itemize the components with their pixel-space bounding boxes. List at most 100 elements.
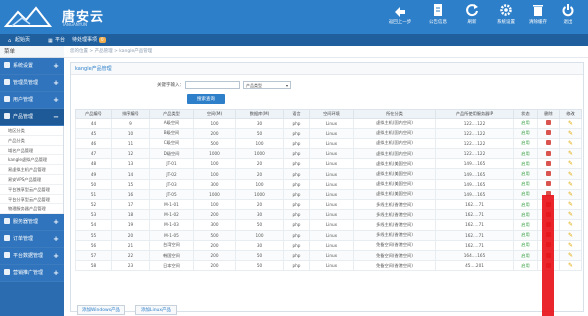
edit-icon[interactable]: ✎ xyxy=(568,120,573,126)
sidebar-group-users[interactable]: 用户管理 + xyxy=(0,92,64,109)
delete-icon[interactable] xyxy=(546,130,551,136)
back-button[interactable]: 返回上一步 xyxy=(380,2,420,32)
edit-icon[interactable]: ✎ xyxy=(568,263,573,269)
gear-icon xyxy=(500,4,512,16)
table-cell: Linux xyxy=(309,229,354,241)
server-icon xyxy=(4,218,10,225)
sidebar-group-servers[interactable]: 服务器管理 + xyxy=(0,214,64,232)
table-cell: 100 xyxy=(193,168,236,180)
edit-icon[interactable]: ✎ xyxy=(568,202,573,208)
search-button[interactable]: 搜索查询 xyxy=(187,94,225,104)
table-cell: JT-03 xyxy=(149,178,194,190)
status-cell: 启用 xyxy=(513,209,538,221)
status-cell: 启用 xyxy=(513,127,538,139)
sidebar-item-region[interactable]: 地区分类 xyxy=(0,126,63,136)
sidebar-item-dedicated-cloud[interactable]: 平台独享型云产品管理 xyxy=(0,185,63,195)
edit-cell: ✎ xyxy=(559,188,582,201)
delete-icon[interactable] xyxy=(546,150,551,156)
table-cell: 200 xyxy=(193,239,236,251)
edit-icon[interactable]: ✎ xyxy=(568,242,573,248)
delete-icon[interactable] xyxy=(546,120,551,126)
nav-pending[interactable]: 待处理事项 0 xyxy=(72,36,106,44)
delete-icon[interactable] xyxy=(546,181,551,187)
table-cell: 23 xyxy=(111,260,150,272)
delete-icon[interactable] xyxy=(546,171,551,177)
table-body: 44 9 A级空间 100 30 php Linux 虚拟主机(国内空间) 122.…122 启用… xyxy=(75,117,582,272)
sidebar-submenu: 地区分类 产品分类 域名产品管理 kangle虚拟产品管理 易虚拟主机产品管理 … xyxy=(0,126,64,215)
product-type-select[interactable]: 产品类型 xyxy=(243,81,291,89)
table-cell: Linux xyxy=(309,188,354,201)
table-cell: 13 xyxy=(111,158,150,170)
sidebar-item-category[interactable]: 产品分类 xyxy=(0,136,63,146)
table-cell: M-1-02 xyxy=(149,209,194,221)
settings-icon xyxy=(4,62,10,68)
edit-cell: ✎ xyxy=(559,229,582,241)
table-cell: 20 xyxy=(235,198,284,211)
nav-platform[interactable]: ▦ 平台 xyxy=(48,36,65,44)
table-cell: php xyxy=(283,239,310,251)
table-row: 50 15 JT-03 300 100 php Linux 虚拟主机(美国空间) 149.…16… xyxy=(75,178,582,190)
edit-icon[interactable]: ✎ xyxy=(568,191,573,197)
sidebar-item-easy-host[interactable]: 易虚拟主机产品管理 xyxy=(0,165,63,175)
table-row: 54 19 M-1-03 300 50 php Linux 多线主机(香港空间) 162.…71… xyxy=(75,219,582,231)
status-cell: 启用 xyxy=(513,260,538,272)
sidebar-group-system[interactable]: 系统设置 + xyxy=(0,58,64,75)
filter-label: 关键字输入： xyxy=(157,83,184,88)
sidebar-group-products[interactable]: 产品管理 − xyxy=(0,109,64,126)
add-linux-button[interactable]: 添加Linux产品 xyxy=(135,305,177,315)
table-cell: 162.…71 xyxy=(435,239,514,251)
table-cell: 51 xyxy=(75,188,112,201)
sidebar-item-vps[interactable]: 易安VPS产品管理 xyxy=(0,175,63,185)
sidebar-group-data[interactable]: 平台数据管理 + xyxy=(0,248,64,266)
table-cell: 20 xyxy=(235,158,284,170)
edit-cell: ✎ xyxy=(559,219,582,231)
table-cell: 164.…165 xyxy=(435,249,514,262)
delete-cell xyxy=(537,148,560,160)
nav-home[interactable]: ⌂ 起始页 xyxy=(8,36,30,44)
sidebar-item-physical[interactable]: 物理服务器产品管理 xyxy=(0,204,63,215)
edit-icon[interactable]: ✎ xyxy=(568,161,573,167)
table-cell: Linux xyxy=(309,168,354,180)
table-cell: 50 xyxy=(235,249,284,262)
table-cell: 57 xyxy=(75,249,112,262)
delete-icon[interactable] xyxy=(546,140,551,146)
keyword-input[interactable] xyxy=(185,81,240,89)
table-cell: 韩国空间 xyxy=(149,249,194,262)
edit-icon[interactable]: ✎ xyxy=(568,151,573,157)
table-cell: 18 xyxy=(111,209,150,221)
nav-home-label: 起始页 xyxy=(15,37,31,43)
table-cell: 15 xyxy=(111,178,150,190)
edit-cell: ✎ xyxy=(559,260,582,272)
table-cell: 122.…122 xyxy=(435,148,514,160)
edit-icon[interactable]: ✎ xyxy=(568,171,573,177)
edit-icon[interactable]: ✎ xyxy=(568,253,573,259)
edit-icon[interactable]: ✎ xyxy=(568,140,573,146)
edit-icon[interactable]: ✎ xyxy=(568,181,573,187)
status-cell: 启用 xyxy=(513,158,538,170)
delete-icon[interactable] xyxy=(546,160,551,166)
edit-icon[interactable]: ✎ xyxy=(568,130,573,136)
sidebar-group-marketing[interactable]: 营销推广管理 + xyxy=(0,265,64,283)
edit-icon[interactable]: ✎ xyxy=(568,222,573,228)
edit-icon[interactable]: ✎ xyxy=(568,212,573,218)
sidebar-item-domain[interactable]: 域名产品管理 xyxy=(0,146,63,156)
trash-icon xyxy=(533,5,543,16)
table-cell: 50 xyxy=(235,219,284,231)
sidebar-group-orders[interactable]: 订单管理 + xyxy=(0,231,64,249)
table-cell: 48 xyxy=(75,158,112,170)
sidebar-group-label: 平台数据管理 xyxy=(13,253,44,260)
logout-button[interactable]: 退出 xyxy=(548,2,588,32)
table-cell: 162.…71 xyxy=(435,198,514,211)
table-cell: 100 xyxy=(193,117,236,129)
edit-cell: ✎ xyxy=(559,127,582,139)
sidebar-item-shared-cloud[interactable]: 平台分享型云产品管理 xyxy=(0,195,63,205)
sidebar-item-kangle[interactable]: kangle虚拟产品管理 xyxy=(0,155,63,166)
edit-icon[interactable]: ✎ xyxy=(568,232,573,238)
table-cell: 149.…165 xyxy=(435,158,514,170)
table-row: 58 23 日本空间 200 50 php Linux 免备空间(香港空间) 45.…201 启用… xyxy=(75,260,582,272)
table-cell: 多线主机(香港空间) xyxy=(353,219,436,231)
table-cell: 台湾空间 xyxy=(149,239,194,251)
sidebar-group-label: 营销推广管理 xyxy=(13,270,44,277)
add-windows-button[interactable]: 添加Windows产品 xyxy=(77,305,125,315)
sidebar-group-admin[interactable]: 管理员管理 + xyxy=(0,75,64,92)
